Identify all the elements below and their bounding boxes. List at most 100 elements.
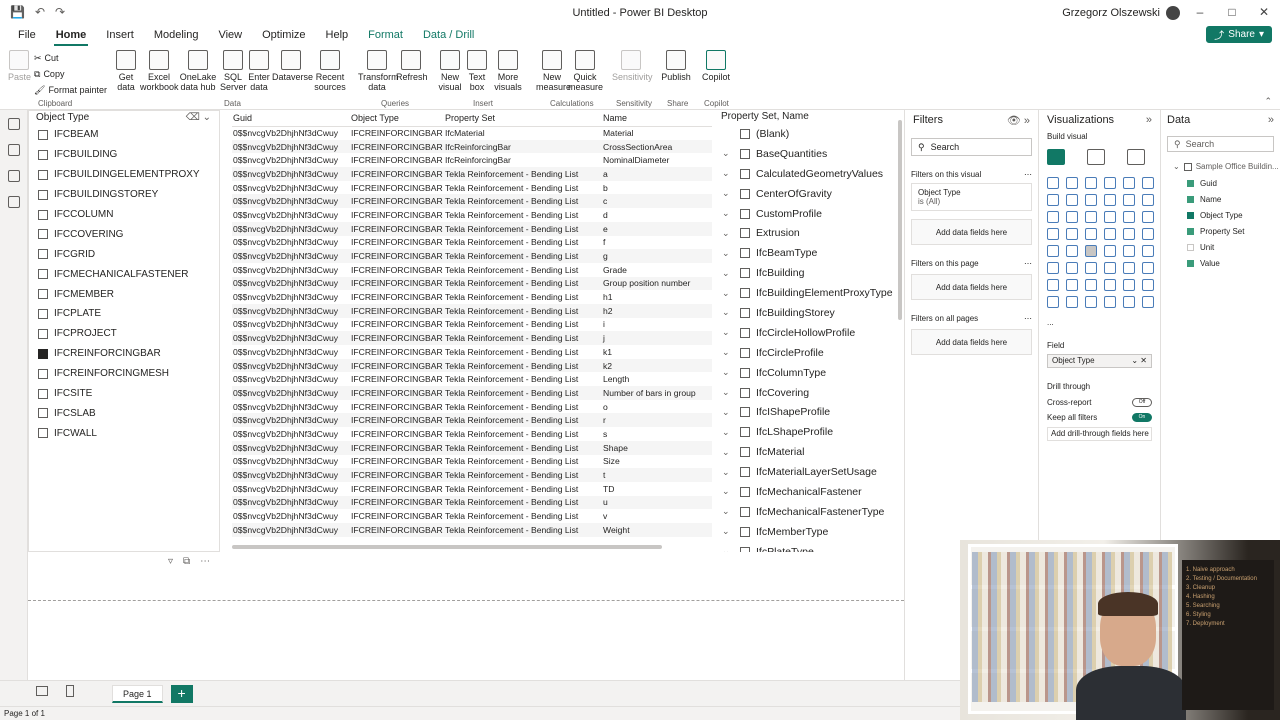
tab-home[interactable]: Home — [46, 24, 97, 46]
slicer-item[interactable]: IFCSITE — [29, 384, 219, 404]
redo-icon[interactable]: ↷ — [55, 5, 65, 19]
sensitivity-button[interactable]: Sensitivity — [612, 50, 653, 82]
refresh-button[interactable]: Refresh — [396, 50, 428, 82]
field-icon[interactable] — [1187, 243, 1194, 251]
pset-item[interactable]: ⌄ IfcMaterial — [718, 442, 902, 462]
pset-item[interactable]: ⌄ BaseQuantities — [718, 144, 902, 164]
pset-checkbox[interactable] — [740, 307, 750, 318]
close-icon[interactable]: ✕ — [1248, 0, 1280, 24]
field-icon[interactable] — [1187, 195, 1194, 203]
table-row[interactable]: 0$$nvcgVb2DhjhNf3dCwuy IFCREINFORCINGBAR T… — [232, 372, 712, 387]
slicer-checkbox[interactable] — [38, 249, 48, 260]
desktop-layout-icon[interactable] — [36, 686, 48, 696]
chevron-down-icon[interactable]: ⌄ — [722, 506, 734, 517]
table-row[interactable]: 0$$nvcgVb2DhjhNf3dCwuy IFCREINFORCINGBAR T… — [232, 399, 712, 414]
visual-type-icon[interactable] — [1066, 262, 1078, 274]
slicer-item[interactable]: IFCMECHANICALFASTENER — [29, 264, 219, 284]
data-field[interactable]: Value — [1161, 255, 1280, 271]
publish-button[interactable]: Publish — [660, 50, 692, 82]
chevron-down-icon[interactable]: ⌄ — [722, 526, 734, 537]
slicer-checkbox[interactable] — [38, 368, 48, 379]
pset-checkbox[interactable] — [740, 506, 750, 517]
chevron-down-icon[interactable]: ⌄ — [722, 367, 734, 378]
table-row[interactable]: 0$$nvcgVb2DhjhNf3dCwuy IFCREINFORCINGBAR T… — [232, 468, 712, 482]
pset-vertical-scrollbar[interactable] — [898, 120, 902, 320]
add-page-filter-drop[interactable]: Add data fields here — [911, 274, 1032, 300]
table-row[interactable]: 0$$nvcgVb2DhjhNf3dCwuy IFCREINFORCINGBAR T… — [232, 249, 712, 263]
visual-type-icon[interactable] — [1066, 228, 1078, 240]
add-page-button[interactable]: + — [170, 684, 193, 703]
table-row[interactable]: 0$$nvcgVb2DhjhNf3dCwuy IFCREINFORCINGBAR T… — [232, 481, 712, 496]
chevron-down-icon[interactable]: ⌄ — [722, 327, 734, 338]
visual-type-icon[interactable] — [1123, 245, 1135, 257]
visual-type-icon[interactable] — [1104, 177, 1116, 189]
recent-sources-button[interactable]: Recent sources — [312, 50, 348, 92]
chevron-down-icon[interactable]: ⌄ — [722, 447, 734, 458]
tab-help[interactable]: Help — [316, 24, 359, 46]
data-field[interactable]: Guid — [1161, 175, 1280, 191]
visual-type-icon[interactable] — [1104, 296, 1116, 308]
data-field[interactable]: Property Set — [1161, 223, 1280, 239]
visual-type-icon[interactable] — [1047, 245, 1059, 257]
table-row[interactable]: 0$$nvcgVb2DhjhNf3dCwuy IFCREINFORCINGBAR T… — [232, 303, 712, 318]
transform-data-button[interactable]: Transform data — [358, 50, 399, 92]
table-row[interactable]: 0$$nvcgVb2DhjhNf3dCwuy IFCREINFORCINGBAR T… — [232, 167, 712, 181]
remove-field-icon[interactable]: ⌄ ✕ — [1131, 355, 1147, 367]
table-row[interactable]: 0$$nvcgVb2DhjhNf3dCwuy IFCREINFORCINGBAR T… — [232, 235, 712, 250]
pset-item[interactable]: ⌄ IfcColumnType — [718, 363, 902, 383]
pset-item[interactable]: ⌄ IfcMechanicalFastenerType — [718, 502, 902, 522]
chevron-down-icon[interactable]: ⌄ — [722, 486, 734, 497]
chevron-down-icon[interactable]: ⌄ — [722, 208, 734, 219]
cross-report-toggle[interactable]: Off — [1132, 398, 1152, 407]
table-row[interactable]: 0$$nvcgVb2DhjhNf3dCwuy IFCREINFORCINGBAR T… — [232, 221, 712, 236]
slicer-checkbox[interactable] — [38, 348, 48, 359]
pset-item[interactable]: ⌄ IfcPlateType — [718, 542, 902, 552]
pset-item[interactable]: ⌄ CalculatedGeometryValues — [718, 164, 902, 184]
visual-type-icon[interactable] — [1123, 194, 1135, 206]
visual-type-icon[interactable] — [1104, 211, 1116, 223]
pset-item[interactable]: ⌄ CustomProfile — [718, 204, 902, 224]
table-row[interactable]: 0$$nvcgVb2DhjhNf3dCwuy IFCREINFORCINGBAR I… — [232, 153, 712, 168]
more-options-icon[interactable]: ⋯ — [200, 556, 210, 567]
pset-checkbox[interactable] — [740, 486, 750, 497]
visual-type-icon[interactable] — [1123, 177, 1135, 189]
slicer-item[interactable]: IFCPLATE — [29, 304, 219, 324]
pset-item[interactable]: ⌄ IfcMechanicalFastener — [718, 482, 902, 502]
field-icon[interactable] — [1187, 259, 1194, 267]
slicer-checkbox[interactable] — [38, 428, 48, 439]
visual-type-icon[interactable] — [1047, 194, 1059, 206]
column-header-name[interactable]: Name — [602, 110, 712, 127]
pset-item[interactable]: ⌄ IfcIShapeProfile — [718, 402, 902, 422]
filters-search-input[interactable]: ⚲ Search — [911, 138, 1032, 156]
slicer-item[interactable]: IFCCOLUMN — [29, 205, 219, 225]
add-visual-filter-drop[interactable]: Add data fields here — [911, 219, 1032, 245]
column-header-guid[interactable]: Guid — [232, 110, 350, 127]
pset-checkbox[interactable] — [740, 188, 750, 199]
pset-item[interactable]: ⌄ IfcBuildingStorey — [718, 303, 902, 323]
pset-checkbox[interactable] — [740, 288, 750, 299]
visual-type-icon[interactable] — [1085, 262, 1097, 274]
chevron-down-icon[interactable]: ⌄ — [722, 387, 734, 398]
visual-type-icon[interactable] — [1066, 211, 1078, 223]
slicer-item[interactable]: IFCREINFORCINGMESH — [29, 364, 219, 384]
visual-type-icon[interactable] — [1085, 194, 1097, 206]
table-row[interactable]: 0$$nvcgVb2DhjhNf3dCwuy IFCREINFORCINGBAR T… — [232, 331, 712, 345]
tab-optimize[interactable]: Optimize — [252, 24, 315, 46]
pset-item[interactable]: ⌄ CenterOfGravity — [718, 184, 902, 204]
visual-type-icon[interactable] — [1047, 262, 1059, 274]
tab-modeling[interactable]: Modeling — [144, 24, 209, 46]
share-button[interactable]: ⤴ Share ▾ — [1206, 26, 1272, 43]
slicer-checkbox[interactable] — [38, 269, 48, 280]
pset-checkbox[interactable] — [740, 208, 750, 219]
pset-checkbox[interactable] — [740, 248, 750, 259]
onelake-button[interactable]: OneLake data hub — [178, 50, 218, 92]
pset-checkbox[interactable] — [740, 467, 750, 478]
table-row[interactable]: 0$$nvcgVb2DhjhNf3dCwuy IFCREINFORCINGBAR I… — [232, 126, 712, 140]
visual-type-icon[interactable] — [1085, 211, 1097, 223]
table-row[interactable]: 0$$nvcgVb2DhjhNf3dCwuy IFCREINFORCINGBAR T… — [232, 386, 712, 400]
table-row[interactable]: 0$$nvcgVb2DhjhNf3dCwuy IFCREINFORCINGBAR T… — [232, 522, 712, 537]
data-table-node[interactable]: ⌄ Sample Office Buildin... — [1161, 152, 1280, 171]
visual-type-icon[interactable] — [1104, 194, 1116, 206]
visual-type-icon[interactable] — [1047, 177, 1059, 189]
slicer-checkbox[interactable] — [38, 169, 48, 180]
